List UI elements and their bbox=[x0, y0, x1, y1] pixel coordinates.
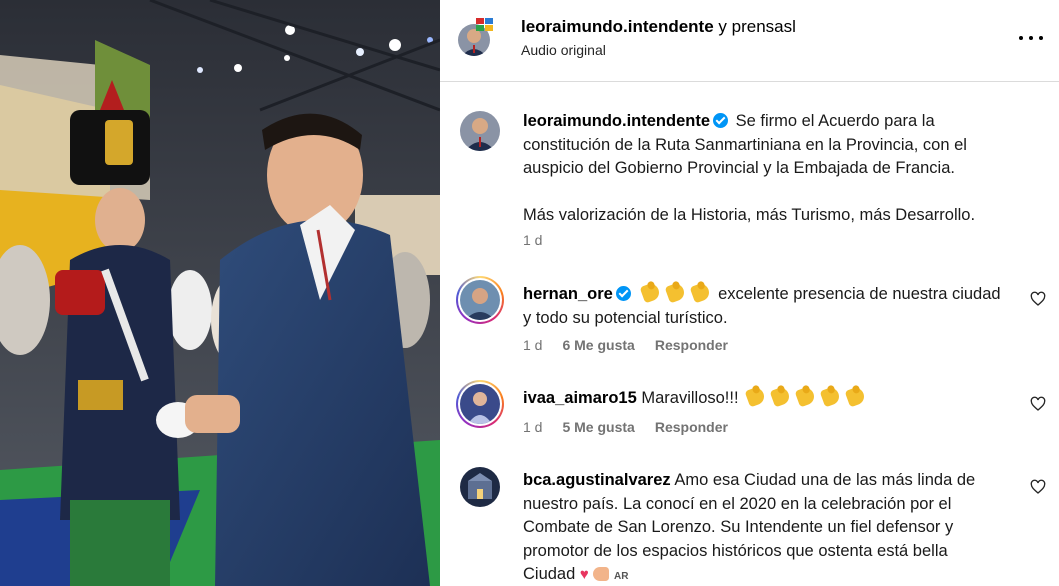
profile-photo bbox=[460, 467, 500, 507]
post-media[interactable] bbox=[0, 0, 440, 586]
clapping-hands-icon bbox=[794, 385, 817, 408]
reply-button[interactable]: Responder bbox=[655, 337, 728, 353]
caption-text: leoraimundo.intendente Se firmo el Acuer… bbox=[523, 110, 1003, 228]
more-options-icon[interactable] bbox=[1018, 28, 1044, 48]
avatar[interactable] bbox=[460, 111, 500, 151]
flexed-biceps-icon bbox=[593, 567, 610, 581]
comment-time[interactable]: 1 d bbox=[523, 419, 542, 435]
post-photo bbox=[0, 0, 440, 586]
header-username[interactable]: leoraimundo.intendente bbox=[521, 17, 714, 36]
flag-label: AR bbox=[613, 571, 629, 582]
clapping-hands-icon bbox=[844, 385, 867, 408]
header-collaborator[interactable]: prensasl bbox=[732, 17, 796, 36]
post-header-title: leoraimundo.intendente y prensasl bbox=[521, 17, 796, 37]
audio-label[interactable]: Audio original bbox=[521, 42, 606, 58]
post-header: leoraimundo.intendente y prensasl Audio … bbox=[440, 0, 1059, 82]
clapping-hands-icon bbox=[640, 281, 662, 304]
post-detail-panel: leoraimundo.intendente y prensasl Audio … bbox=[440, 0, 1059, 586]
comment-likes[interactable]: 5 Me gusta bbox=[562, 419, 634, 435]
profile-photo bbox=[460, 280, 500, 320]
header-connector: y bbox=[718, 17, 727, 36]
comment-username[interactable]: bca.agustinalvarez bbox=[523, 471, 671, 489]
caption-meta: 1 d bbox=[523, 232, 562, 248]
avatar[interactable] bbox=[460, 384, 500, 424]
profile-photo bbox=[460, 111, 500, 151]
heart-emoji-icon: ♥ bbox=[579, 566, 589, 583]
clapping-hands-icon bbox=[665, 281, 687, 304]
clapping-hands-icon bbox=[690, 281, 712, 304]
heart-outline-icon[interactable] bbox=[1030, 291, 1046, 307]
caption-username[interactable]: leoraimundo.intendente bbox=[523, 112, 710, 130]
comment-username[interactable]: hernan_ore bbox=[523, 285, 613, 303]
verified-badge-icon bbox=[713, 113, 729, 128]
comment-meta: 1 d 6 Me gusta Responder bbox=[523, 337, 748, 353]
caption-paragraph-2: Más valorización de la Historia, más Tur… bbox=[523, 206, 976, 224]
clapping-hands-icon bbox=[769, 385, 792, 408]
verified-badge-icon bbox=[615, 286, 631, 301]
heart-outline-icon[interactable] bbox=[1030, 396, 1046, 412]
municipal-logo-icon bbox=[476, 18, 493, 31]
avatar[interactable] bbox=[460, 280, 500, 320]
avatar[interactable] bbox=[460, 467, 500, 507]
comment-body: Maravilloso!!! bbox=[641, 389, 739, 407]
comment-likes[interactable]: 6 Me gusta bbox=[562, 337, 634, 353]
comment-time[interactable]: 1 d bbox=[523, 337, 542, 353]
clapping-hands-icon bbox=[819, 385, 842, 408]
comment-text: hernan_ore excelente presencia de nuestr… bbox=[523, 281, 1003, 330]
comment-username[interactable]: ivaa_aimaro15 bbox=[523, 389, 637, 407]
comment-meta: 1 d 5 Me gusta Responder bbox=[523, 419, 748, 435]
caption-time[interactable]: 1 d bbox=[523, 232, 542, 248]
heart-outline-icon[interactable] bbox=[1030, 479, 1046, 495]
comment-text: ivaa_aimaro15 Maravilloso!!! bbox=[523, 385, 1003, 411]
profile-photo bbox=[460, 384, 500, 424]
comment-text: bca.agustinalvarez Amo esa Ciudad una de… bbox=[523, 469, 1003, 586]
clapping-hands-icon bbox=[744, 385, 767, 408]
reply-button[interactable]: Responder bbox=[655, 419, 728, 435]
